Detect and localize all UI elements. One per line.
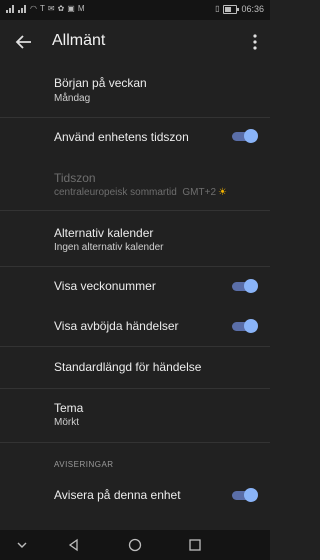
status-left: ◠ T ✉ ✿ ▣ M	[6, 4, 85, 14]
toggle-thumb	[244, 129, 258, 143]
device-timezone-toggle[interactable]	[232, 129, 258, 143]
toggle-thumb	[244, 488, 258, 502]
signal-icon-2	[18, 5, 27, 13]
theme-value: Mörkt	[54, 417, 79, 428]
setting-timezone: Tidszon centraleuropeisk sommartid GMT+2…	[0, 160, 270, 208]
toggle-thumb	[244, 279, 258, 293]
chevron-down-icon[interactable]	[14, 537, 30, 553]
setting-theme[interactable]: Tema Mörkt	[0, 389, 270, 441]
timezone-value-text: centraleuropeisk sommartid GMT+2	[54, 187, 217, 198]
setting-device-timezone[interactable]: Använd enhetens tidszon	[0, 118, 270, 156]
setting-week-numbers[interactable]: Visa veckonummer	[0, 267, 270, 305]
page-title: Allmänt	[52, 32, 106, 49]
week-start-value: Måndag	[54, 93, 91, 104]
theme-title: Tema	[54, 401, 84, 415]
paw-icon: ✿	[57, 4, 65, 13]
vibrate-icon: ▯	[215, 4, 220, 13]
divider	[0, 442, 270, 443]
divider	[0, 210, 270, 211]
system-nav-bar	[0, 530, 270, 560]
status-right: ▯ 06:36	[215, 4, 264, 14]
notification-icon: ✉	[47, 4, 55, 13]
wifi-icon: ◠	[30, 4, 37, 13]
sun-icon: ☀	[218, 187, 227, 198]
week-numbers-toggle[interactable]	[232, 279, 258, 293]
clock: 06:36	[241, 4, 264, 14]
battery-icon	[223, 4, 240, 14]
setting-alt-calendar[interactable]: Alternativ kalender Ingen alternativ kal…	[0, 212, 270, 264]
nav-home-icon[interactable]	[127, 537, 143, 553]
timezone-value: centraleuropeisk sommartid GMT+2 ☀	[54, 187, 227, 198]
setting-declined-events[interactable]: Visa avböjda händelser	[0, 307, 270, 345]
timezone-title: Tidszon	[54, 171, 96, 185]
carrier-label: T	[39, 4, 45, 13]
default-duration-title: Standardlängd för händelse	[54, 360, 202, 374]
setting-notify-device[interactable]: Avisera på denna enhet	[0, 476, 270, 514]
notify-device-toggle[interactable]	[232, 488, 258, 502]
signal-icon	[6, 5, 15, 13]
alt-calendar-value: Ingen alternativ kalender	[54, 242, 164, 253]
declined-events-title: Visa avböjda händelser	[54, 319, 179, 333]
toggle-thumb	[244, 319, 258, 333]
status-bar: ◠ T ✉ ✿ ▣ M ▯ 06:36	[0, 0, 270, 20]
device-timezone-title: Använd enhetens tidszon	[54, 130, 189, 144]
email-icon: ▣	[67, 4, 75, 13]
nav-recents-icon[interactable]	[187, 537, 203, 553]
week-start-title: Början på veckan	[54, 76, 147, 90]
notify-device-title: Avisera på denna enhet	[54, 488, 181, 502]
section-header-notifications: AVISERINGAR	[54, 460, 114, 469]
alt-calendar-title: Alternativ kalender	[54, 226, 154, 240]
declined-events-toggle[interactable]	[232, 319, 258, 333]
setting-default-duration[interactable]: Standardlängd för händelse	[0, 347, 270, 387]
app-bar: Allmänt	[0, 20, 270, 64]
nav-back-icon[interactable]	[66, 537, 82, 553]
back-arrow-icon[interactable]	[14, 32, 34, 52]
more-vert-icon[interactable]	[250, 32, 260, 52]
week-numbers-title: Visa veckonummer	[54, 279, 156, 293]
gmail-icon: M	[77, 4, 85, 13]
setting-week-start[interactable]: Början på veckan Måndag	[0, 66, 270, 116]
